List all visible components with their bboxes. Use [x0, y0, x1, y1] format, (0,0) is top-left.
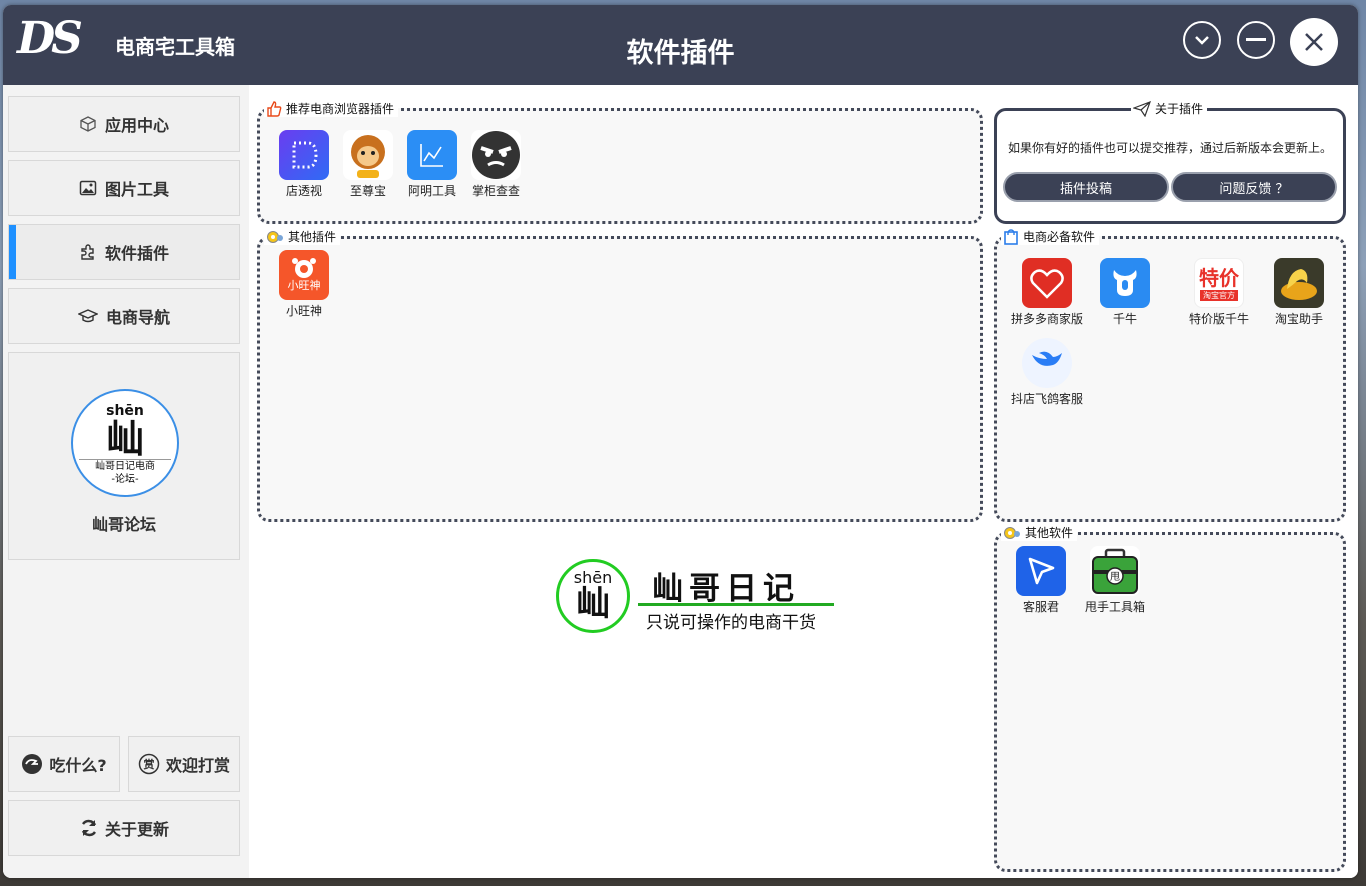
minimize-button[interactable]	[1237, 21, 1275, 59]
about-update-button[interactable]: 关于更新	[8, 800, 240, 856]
app-aming-tools[interactable]: 阿明工具	[400, 130, 464, 199]
nav-label: 软件插件	[104, 244, 169, 263]
about-update-label: 关于更新	[104, 820, 169, 839]
donate-button[interactable]: 赏 欢迎打赏	[128, 736, 240, 792]
app-taobao-assistant[interactable]: 淘宝助手	[1267, 258, 1331, 327]
close-button[interactable]	[1290, 18, 1338, 66]
dropdown-button[interactable]	[1183, 21, 1221, 59]
app-label: 甩手工具箱	[1084, 600, 1145, 614]
app-label: 抖店飞鸽客服	[1010, 392, 1083, 406]
brand-underline	[638, 603, 834, 606]
app-zhanggui-chacha[interactable]: 掌柜查查	[464, 130, 528, 199]
forum-card[interactable]: shēn 屾 屾哥日记电商 -论坛- 屾哥论坛	[8, 352, 240, 560]
forum-label: 屾哥论坛	[91, 515, 156, 534]
shop-bag-icon	[1004, 229, 1018, 245]
other-software-group: 其他软件 客服君 甩 甩手工具箱	[994, 525, 1346, 872]
app-doudian-feige[interactable]: 抖店飞鸽客服	[1009, 338, 1085, 407]
image-icon	[79, 180, 97, 196]
forum-logo-char: 屾	[105, 417, 144, 461]
app-label: 特价版千牛	[1188, 312, 1249, 326]
app-label: 掌柜查查	[471, 184, 520, 198]
refresh-icon	[81, 819, 97, 837]
what-to-eat-label: 吃什么?	[49, 756, 107, 775]
donate-label: 欢迎打赏	[165, 756, 230, 775]
angry-face-icon	[471, 130, 521, 180]
app-label: 淘宝助手	[1274, 312, 1323, 326]
donate-icon: 赏	[138, 753, 160, 775]
nav-label: 应用中心	[104, 116, 169, 135]
paper-plane-icon	[1133, 101, 1151, 117]
thumbs-up-icon	[267, 101, 282, 117]
gear-badge-icon	[267, 231, 283, 243]
about-plugins-panel: 关于插件 如果你有好的插件也可以提交推荐，通过后新版本会更新上。 插件投稿 问题…	[994, 101, 1346, 224]
monkey-icon	[343, 130, 393, 180]
brand-circle: shēn 屾	[556, 559, 630, 633]
main-content: 推荐电商浏览器插件 店透视 至尊宝 阿明工具 掌柜查查 其他插件 小旺神 小旺神…	[249, 85, 1358, 878]
brand-slogan: 只说可操作的电商干货	[646, 613, 816, 633]
donate-icon-char: 赏	[143, 757, 154, 771]
essential-software-group: 电商必备软件 拼多多商家版 千牛 特价 淘宝官方 特价版千牛 淘宝助手 抖店飞鸽…	[994, 229, 1346, 522]
sidebar: 应用中心 图片工具 软件插件 电商导航 shēn 屾 屾哥日记电商 -论坛- 屾…	[3, 85, 249, 878]
app-label: 至尊宝	[349, 184, 386, 198]
feedback-button[interactable]: 问题反馈 ？	[1171, 172, 1337, 202]
app-kefujun[interactable]: 客服君	[1009, 546, 1073, 615]
puzzle-icon	[81, 244, 94, 260]
app-label: 小旺神	[285, 304, 322, 318]
about-text: 如果你有好的插件也可以提交推荐，通过后新版本会更新上。	[1007, 141, 1332, 155]
group-title: 电商必备软件	[1001, 229, 1100, 245]
toolbox-icon: 甩	[1090, 546, 1140, 596]
app-shuaishou-toolbox[interactable]: 甩 甩手工具箱	[1077, 546, 1153, 615]
app-label: 拼多多商家版	[1010, 312, 1083, 326]
app-xiaowangshen[interactable]: 小旺神 小旺神	[272, 250, 336, 319]
chevron-down-icon	[1195, 36, 1209, 45]
forum-logo-sub2: -论坛-	[111, 474, 139, 485]
eat-icon	[22, 754, 43, 774]
app-qianniu-lite[interactable]: 特价 淘宝官方 特价版千牛	[1177, 258, 1261, 327]
submit-plugin-button[interactable]: 插件投稿	[1003, 172, 1169, 202]
app-zhizunbao[interactable]: 至尊宝	[336, 130, 400, 199]
group-title: 关于插件	[1131, 101, 1208, 117]
what-to-eat-button[interactable]: 吃什么?	[8, 736, 120, 792]
app-diantoushi[interactable]: 店透视	[272, 130, 336, 199]
nav-image-tools[interactable]: 图片工具	[8, 160, 240, 216]
app-window: DS 电商宅工具箱 软件插件 应用中心 图片工具 软件插件 电商导航 shēn …	[3, 5, 1358, 878]
group-title: 推荐电商浏览器插件	[264, 101, 399, 117]
chart-line-icon	[407, 130, 457, 180]
nav-software-plugins[interactable]: 软件插件	[8, 224, 240, 280]
forum-logo-sub: 屾哥日记电商	[79, 459, 171, 474]
graduation-cap-icon	[77, 309, 98, 323]
minus-icon	[1246, 38, 1266, 41]
taobao-assistant-icon	[1274, 258, 1324, 308]
app-label: 千牛	[1112, 312, 1137, 326]
feige-bird-icon	[1022, 338, 1072, 388]
title-bar[interactable]: DS 电商宅工具箱 软件插件	[3, 5, 1358, 85]
pinduoduo-icon	[1022, 258, 1072, 308]
tejia-icon: 特价 淘宝官方	[1194, 258, 1244, 308]
app-label: 客服君	[1022, 600, 1059, 614]
close-icon	[1305, 33, 1323, 51]
group-title: 其他软件	[1001, 525, 1078, 541]
forum-logo: shēn 屾 屾哥日记电商 -论坛-	[71, 389, 179, 497]
diantoushi-icon	[279, 130, 329, 180]
qianniu-icon	[1100, 258, 1150, 308]
page-title: 软件插件	[626, 38, 735, 69]
cursor-arrow-icon	[1016, 546, 1066, 596]
recommended-plugins-group: 推荐电商浏览器插件 店透视 至尊宝 阿明工具 掌柜查查	[257, 101, 983, 224]
nav-ecommerce-nav[interactable]: 电商导航	[8, 288, 240, 344]
gear-badge-icon	[1004, 527, 1020, 539]
app-label: 店透视	[285, 184, 322, 198]
app-label: 阿明工具	[407, 184, 456, 198]
nav-app-center[interactable]: 应用中心	[8, 96, 240, 152]
xiaowangshen-icon: 小旺神	[279, 250, 329, 300]
svg-text:甩: 甩	[1110, 571, 1120, 583]
other-plugins-group: 其他插件 小旺神 小旺神 shēn 屾 屾哥日记 只说可操作的电商干货	[257, 229, 983, 633]
box-icon	[80, 116, 96, 132]
brand-name: 屾哥日记	[652, 571, 800, 607]
nav-label: 电商导航	[105, 308, 170, 327]
app-pdd-merchant[interactable]: 拼多多商家版	[1009, 258, 1085, 327]
brand-logo: shēn 屾 屾哥日记 只说可操作的电商干货	[556, 559, 846, 635]
nav-label: 图片工具	[104, 180, 169, 199]
app-qianniu[interactable]: 千牛	[1093, 258, 1157, 327]
group-title: 其他插件	[264, 229, 341, 245]
